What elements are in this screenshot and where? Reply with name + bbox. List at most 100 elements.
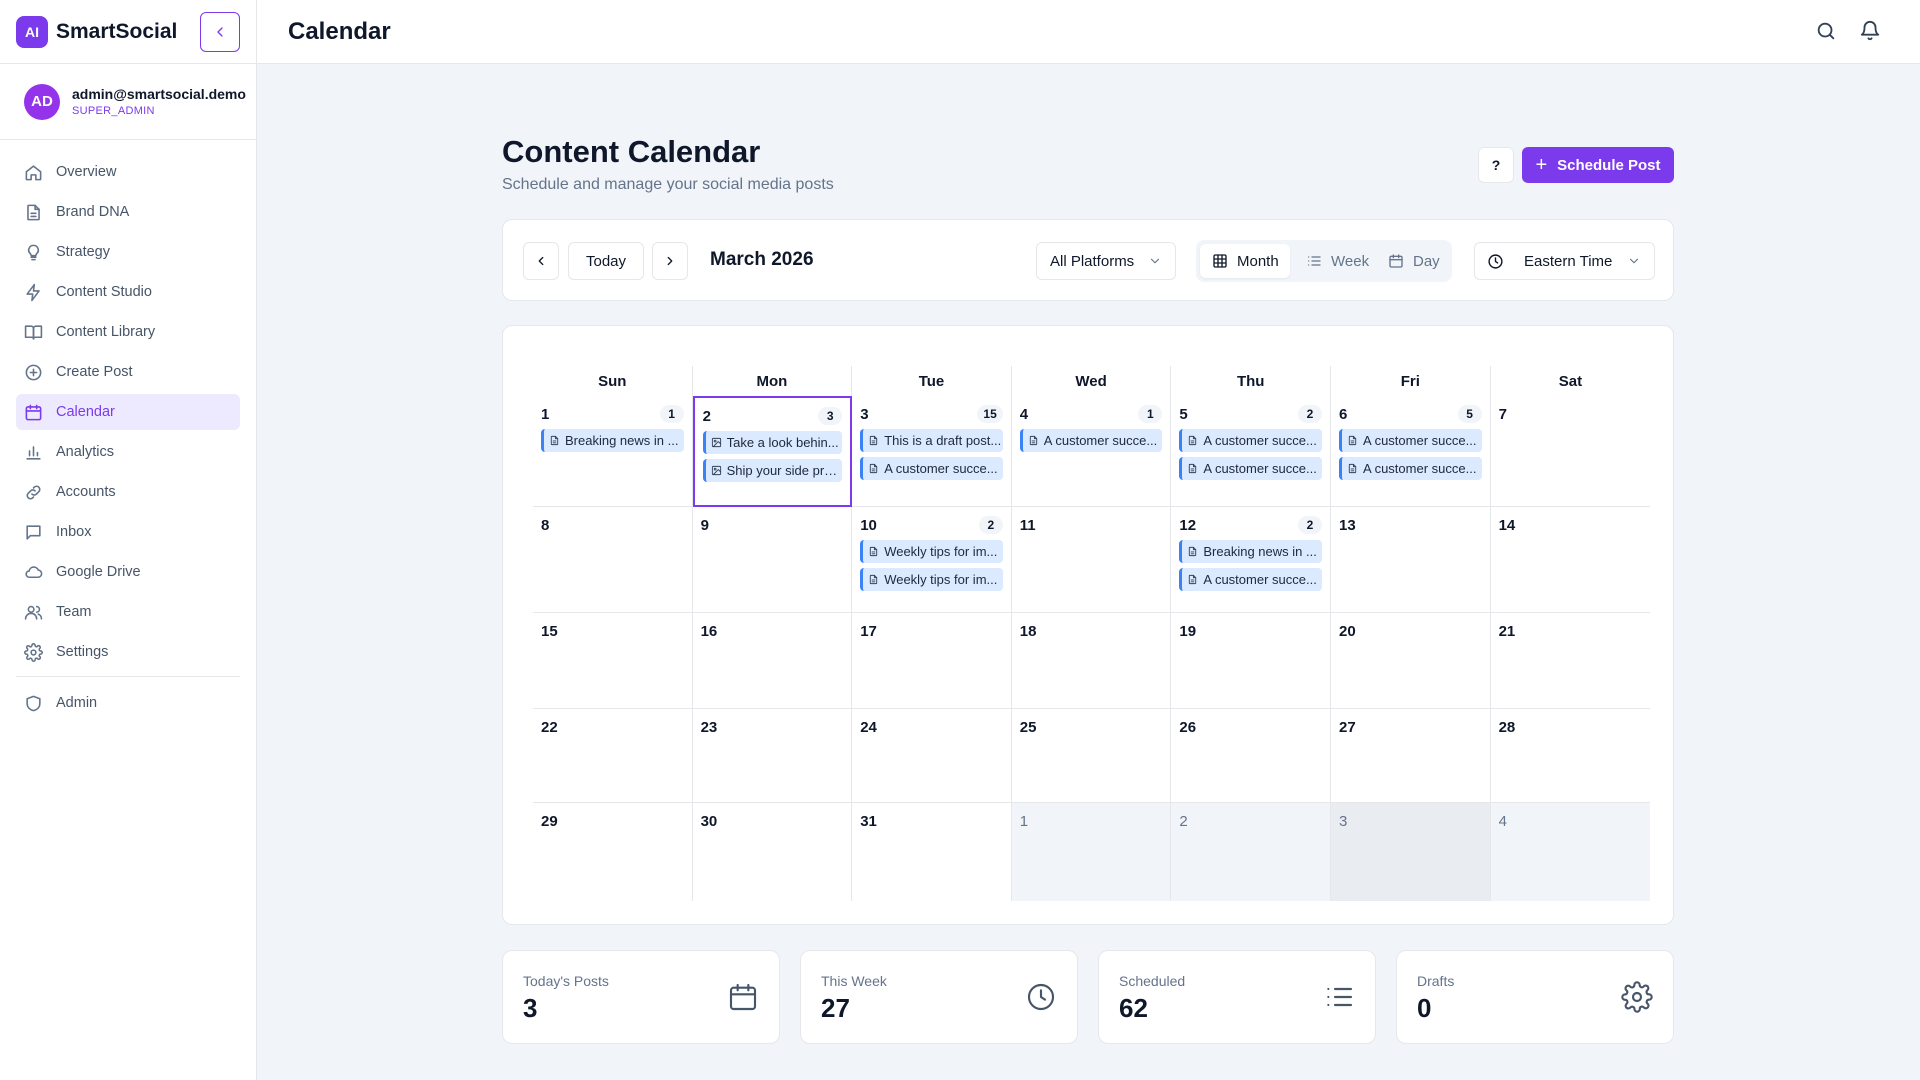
calendar-day-cell[interactable]: 29 bbox=[533, 803, 693, 901]
day-number: 13 bbox=[1339, 517, 1356, 534]
view-month-button[interactable]: Month bbox=[1200, 244, 1290, 278]
calendar-event[interactable]: A customer succe... bbox=[1019, 429, 1163, 452]
calendar-day-cell[interactable]: 28 bbox=[1490, 709, 1651, 803]
chevron-down-icon bbox=[1150, 258, 1160, 264]
sidebar-item-strategy[interactable]: Strategy bbox=[16, 234, 240, 270]
calendar-day-cell[interactable]: 9 bbox=[692, 507, 853, 613]
calendar-day-cell[interactable]: 3 15 This is a draft post... A customer suc… bbox=[852, 396, 1012, 507]
calendar-day-cell[interactable]: 21 bbox=[1490, 613, 1651, 709]
platform-filter-select[interactable]: All Platforms bbox=[1036, 242, 1176, 280]
calendar-event[interactable]: Take a look behin... bbox=[702, 431, 843, 454]
link-icon bbox=[26, 484, 41, 500]
document-icon bbox=[550, 435, 559, 446]
calendar-day-cell[interactable]: 2 bbox=[1171, 803, 1331, 901]
collapse-sidebar-button[interactable] bbox=[200, 12, 240, 52]
calendar-day-cell[interactable]: 10 2 Weekly tips for im... Weekly tips for … bbox=[852, 507, 1012, 613]
day-number: 7 bbox=[1498, 406, 1507, 423]
sidebar-item-settings[interactable]: Settings bbox=[16, 634, 240, 670]
page-title: Calendar bbox=[288, 17, 391, 45]
calendar-day-cell[interactable]: 11 bbox=[1011, 507, 1172, 613]
calendar-event[interactable]: A customer succe... bbox=[1339, 457, 1482, 480]
day-number: 17 bbox=[860, 623, 877, 640]
help-button[interactable]: ? bbox=[1478, 147, 1514, 183]
calendar-day-cell[interactable]: 17 bbox=[852, 613, 1012, 709]
day-number: 12 bbox=[1179, 517, 1197, 534]
sidebar-item-analytics[interactable]: Analytics bbox=[16, 434, 240, 470]
sidebar-item-accounts[interactable]: Accounts bbox=[16, 474, 240, 510]
calendar-day-cell[interactable]: 23 bbox=[692, 709, 853, 803]
day-number: 21 bbox=[1498, 623, 1516, 640]
calendar-day-cell[interactable]: 7 bbox=[1490, 396, 1651, 507]
timezone-select[interactable]: Eastern Time bbox=[1474, 242, 1655, 280]
calendar-day-cell[interactable]: 3 bbox=[1331, 803, 1491, 901]
calendar-event[interactable]: A customer succe... bbox=[860, 457, 1003, 480]
calendar-event[interactable]: A customer succe... bbox=[1179, 429, 1322, 452]
calendar-day-cell[interactable]: 1 bbox=[1011, 803, 1172, 901]
event-title: A customer succe... bbox=[1203, 461, 1317, 476]
day-number: 1 bbox=[1019, 813, 1029, 830]
search-icon[interactable] bbox=[1815, 20, 1839, 44]
sidebar-item-content-studio[interactable]: Content Studio bbox=[16, 274, 240, 310]
day-number: 11 bbox=[1019, 517, 1036, 534]
calendar-event[interactable]: A customer succe... bbox=[1179, 568, 1322, 591]
sidebar-item-label: Brand DNA bbox=[56, 204, 130, 220]
sidebar-item-google-drive[interactable]: Google Drive bbox=[16, 554, 240, 590]
day-number: 15 bbox=[541, 623, 558, 640]
schedule-post-button[interactable]: + Schedule Post bbox=[1522, 147, 1674, 183]
post-count-badge: 2 bbox=[978, 516, 1003, 534]
calendar-day-cell[interactable]: 30 bbox=[693, 803, 853, 901]
user-profile[interactable]: AD admin@smartsocial.demo SUPER_ADMIN bbox=[0, 64, 256, 140]
calendar-day-cell[interactable]: 4 1 A customer succe... bbox=[1011, 396, 1172, 507]
calendar-event[interactable]: Weekly tips for im... bbox=[860, 568, 1003, 591]
sidebar-item-label: Calendar bbox=[56, 404, 115, 420]
calendar-event[interactable]: Breaking news in ... bbox=[1179, 540, 1322, 563]
calendar-day-cell[interactable]: 12 2 Breaking news in ... A customer succe.… bbox=[1171, 507, 1331, 613]
prev-month-button[interactable] bbox=[523, 242, 559, 280]
calendar-day-cell[interactable]: 2 3 Take a look behin... Ship your side pro… bbox=[692, 396, 853, 507]
sidebar-item-inbox[interactable]: Inbox bbox=[16, 514, 240, 550]
bell-icon[interactable] bbox=[1859, 20, 1883, 44]
view-week-button[interactable]: Week bbox=[1294, 244, 1376, 278]
calendar-day-cell[interactable]: 20 bbox=[1331, 613, 1491, 709]
day-number: 19 bbox=[1179, 623, 1197, 640]
calendar-day-cell[interactable]: 22 bbox=[533, 709, 693, 803]
next-month-button[interactable] bbox=[652, 242, 688, 280]
sidebar-item-brand-dna[interactable]: Brand DNA bbox=[16, 194, 240, 230]
today-button[interactable]: Today bbox=[568, 242, 644, 280]
calendar-day-cell[interactable]: 15 bbox=[533, 613, 693, 709]
calendar-day-cell[interactable]: 26 bbox=[1171, 709, 1331, 803]
calendar-day-cell[interactable]: 25 bbox=[1011, 709, 1172, 803]
stat-label: Today's Posts bbox=[523, 973, 609, 989]
weekday-header: Tue bbox=[852, 366, 1012, 396]
calendar-toolbar: Today March 2026 All Platforms Month Wee… bbox=[502, 219, 1674, 301]
event-title: Weekly tips for im... bbox=[884, 572, 998, 587]
calendar-day-cell[interactable]: 31 bbox=[852, 803, 1012, 901]
calendar-day-cell[interactable]: 1 1 Breaking news in ... bbox=[533, 396, 693, 507]
calendar-day-cell[interactable]: 27 bbox=[1331, 709, 1491, 803]
calendar-event[interactable]: A customer succe... bbox=[1339, 429, 1482, 452]
sidebar-item-team[interactable]: Team bbox=[16, 594, 240, 630]
sidebar-item-content-library[interactable]: Content Library bbox=[16, 314, 240, 350]
calendar-event[interactable]: Breaking news in ... bbox=[541, 429, 684, 452]
calendar-day-cell[interactable]: 8 bbox=[533, 507, 693, 613]
sidebar-item-overview[interactable]: Overview bbox=[16, 154, 240, 190]
calendar-event[interactable]: Weekly tips for im... bbox=[860, 540, 1003, 563]
calendar-day-cell[interactable]: 18 bbox=[1011, 613, 1172, 709]
sidebar-item-admin[interactable]: Admin bbox=[16, 685, 240, 721]
calendar-event[interactable]: A customer succe... bbox=[1179, 457, 1322, 480]
calendar-event[interactable]: This is a draft post... bbox=[860, 429, 1003, 452]
calendar-day-cell[interactable]: 16 bbox=[692, 613, 853, 709]
event-title: Weekly tips for im... bbox=[884, 544, 998, 559]
calendar-day-cell[interactable]: 5 2 A customer succe... A customer succe... bbox=[1171, 396, 1331, 507]
calendar-day-cell[interactable]: 14 bbox=[1490, 507, 1651, 613]
calendar-day-cell[interactable]: 13 bbox=[1331, 507, 1491, 613]
view-day-button[interactable]: Day bbox=[1376, 244, 1448, 278]
calendar-day-cell[interactable]: 4 bbox=[1490, 803, 1651, 901]
calendar-day-cell[interactable]: 19 bbox=[1171, 613, 1331, 709]
calendar-day-cell[interactable]: 6 5 A customer succe... A customer succe... bbox=[1331, 396, 1491, 507]
sidebar-item-create-post[interactable]: Create Post bbox=[16, 354, 240, 390]
stat-value: 3 bbox=[523, 993, 538, 1023]
calendar-day-cell[interactable]: 24 bbox=[852, 709, 1012, 803]
sidebar-item-calendar[interactable]: Calendar bbox=[16, 394, 240, 430]
calendar-event[interactable]: Ship your side pro... bbox=[702, 459, 843, 482]
